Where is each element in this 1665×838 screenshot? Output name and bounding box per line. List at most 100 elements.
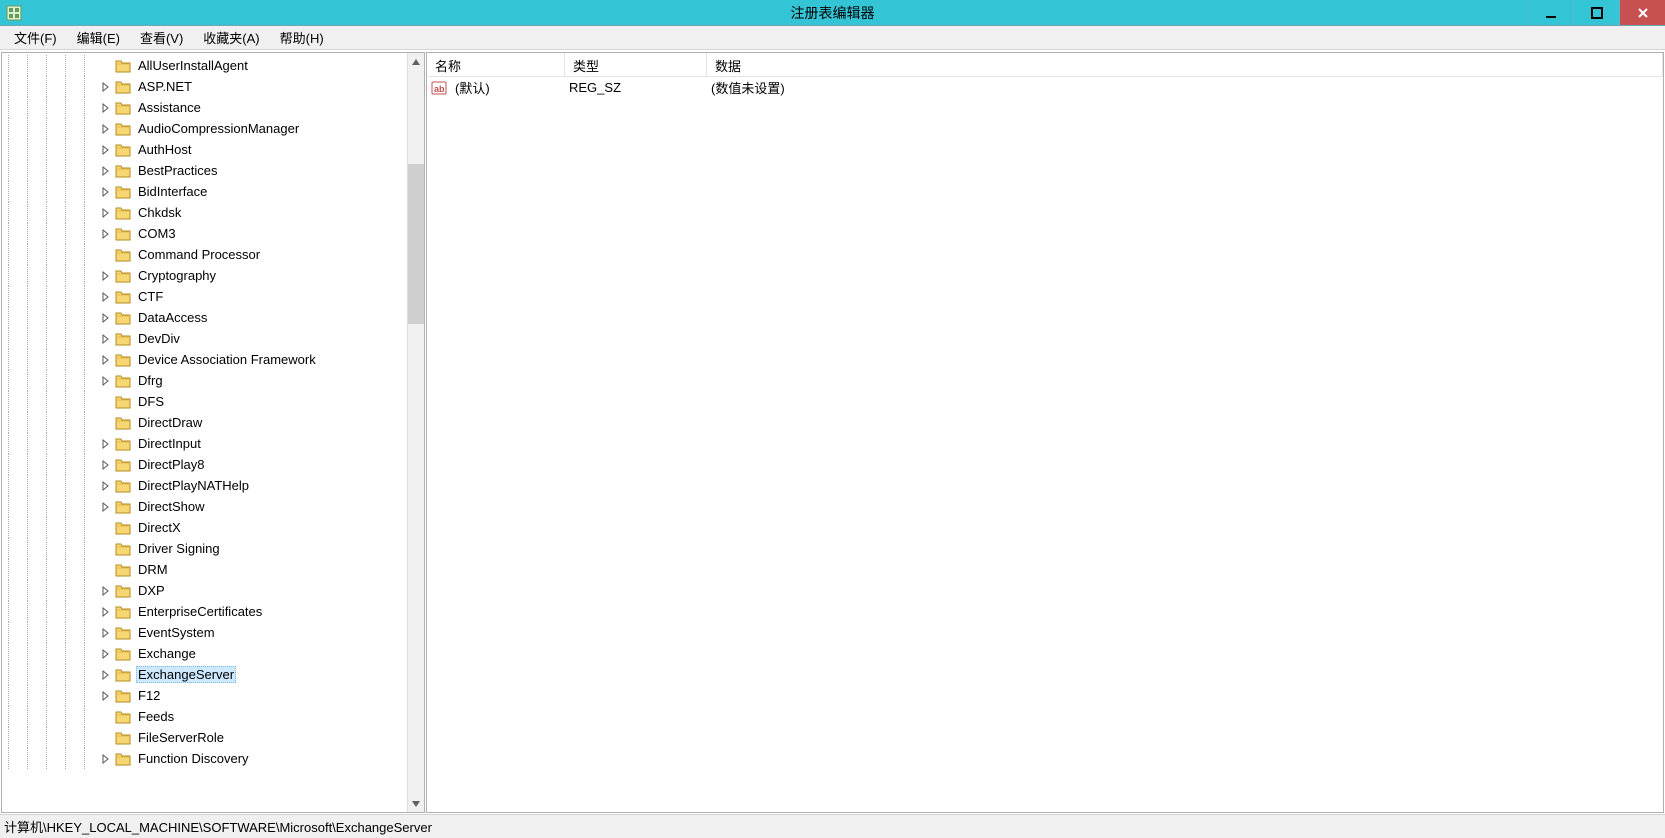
folder-icon: [114, 457, 132, 473]
tree-node[interactable]: Feeds: [2, 706, 407, 727]
tree-node-label: DFS: [136, 394, 166, 409]
menu-favorites[interactable]: 收藏夹(A): [193, 26, 269, 49]
tree-node[interactable]: AllUserInstallAgent: [2, 55, 407, 76]
folder-icon: [114, 373, 132, 389]
tree-node[interactable]: DFS: [2, 391, 407, 412]
tree-node[interactable]: CTF: [2, 286, 407, 307]
menu-bar: 文件(F) 编辑(E) 查看(V) 收藏夹(A) 帮助(H): [0, 26, 1665, 50]
tree-node-label: DirectDraw: [136, 415, 204, 430]
value-type: REG_SZ: [565, 80, 707, 95]
folder-icon: [114, 79, 132, 95]
tree-node[interactable]: DirectInput: [2, 433, 407, 454]
tree-node-label: Device Association Framework: [136, 352, 318, 367]
tree-node[interactable]: BestPractices: [2, 160, 407, 181]
tree-node-label: DirectX: [136, 520, 183, 535]
tree-node[interactable]: DXP: [2, 580, 407, 601]
folder-icon: [114, 121, 132, 137]
tree-node[interactable]: DirectPlayNATHelp: [2, 475, 407, 496]
values-header: 名称 类型 数据: [427, 53, 1663, 77]
menu-edit[interactable]: 编辑(E): [67, 26, 130, 49]
folder-icon: [114, 478, 132, 494]
tree-node[interactable]: Driver Signing: [2, 538, 407, 559]
maximize-button[interactable]: [1573, 0, 1619, 25]
menu-view[interactable]: 查看(V): [130, 26, 193, 49]
values-list[interactable]: ab (默认) REG_SZ (数值未设置): [427, 77, 1663, 812]
scroll-up-button[interactable]: [408, 53, 424, 70]
tree-node[interactable]: DirectPlay8: [2, 454, 407, 475]
tree-node[interactable]: DirectX: [2, 517, 407, 538]
scroll-thumb[interactable]: [408, 164, 424, 324]
folder-icon: [114, 331, 132, 347]
tree-node[interactable]: AudioCompressionManager: [2, 118, 407, 139]
app-icon: [2, 1, 26, 25]
window-title: 注册表编辑器: [0, 3, 1665, 23]
tree-node[interactable]: Chkdsk: [2, 202, 407, 223]
tree-node-label: BidInterface: [136, 184, 209, 199]
tree-node[interactable]: ASP.NET: [2, 76, 407, 97]
tree-node-label: Feeds: [136, 709, 176, 724]
folder-icon: [114, 646, 132, 662]
scroll-track[interactable]: [408, 70, 424, 795]
tree-node[interactable]: Function Discovery: [2, 748, 407, 769]
tree-node[interactable]: Command Processor: [2, 244, 407, 265]
tree-node-label: DataAccess: [136, 310, 209, 325]
tree-node-label: Dfrg: [136, 373, 165, 388]
folder-icon: [114, 247, 132, 263]
minimize-button[interactable]: [1527, 0, 1573, 25]
string-value-icon: ab: [431, 80, 451, 96]
folder-icon: [114, 436, 132, 452]
tree-node[interactable]: DataAccess: [2, 307, 407, 328]
menu-file[interactable]: 文件(F): [4, 26, 67, 49]
tree-node[interactable]: DevDiv: [2, 328, 407, 349]
tree-node[interactable]: FileServerRole: [2, 727, 407, 748]
tree-node[interactable]: COM3: [2, 223, 407, 244]
tree-node-label: AuthHost: [136, 142, 193, 157]
tree-node-label: DirectInput: [136, 436, 203, 451]
tree-node-label: Command Processor: [136, 247, 262, 262]
menu-help[interactable]: 帮助(H): [270, 26, 334, 49]
close-button[interactable]: [1619, 0, 1665, 25]
scroll-down-button[interactable]: [408, 795, 424, 812]
tree-node-label: EnterpriseCertificates: [136, 604, 264, 619]
tree-node[interactable]: DRM: [2, 559, 407, 580]
tree-node[interactable]: F12: [2, 685, 407, 706]
svg-text:ab: ab: [434, 84, 445, 94]
column-header-data[interactable]: 数据: [707, 53, 1663, 76]
tree-node[interactable]: EnterpriseCertificates: [2, 601, 407, 622]
folder-icon: [114, 667, 132, 683]
folder-icon: [114, 184, 132, 200]
folder-icon: [114, 58, 132, 74]
folder-icon: [114, 100, 132, 116]
tree-node[interactable]: DirectDraw: [2, 412, 407, 433]
tree-node-label: ASP.NET: [136, 79, 194, 94]
folder-icon: [114, 688, 132, 704]
tree-node-label: BestPractices: [136, 163, 219, 178]
tree-node-label: FileServerRole: [136, 730, 226, 745]
status-path: 计算机\HKEY_LOCAL_MACHINE\SOFTWARE\Microsof…: [4, 817, 432, 836]
folder-icon: [114, 205, 132, 221]
tree-node[interactable]: Assistance: [2, 97, 407, 118]
folder-icon: [114, 583, 132, 599]
folder-icon: [114, 751, 132, 767]
tree-node-label: Chkdsk: [136, 205, 183, 220]
column-header-type[interactable]: 类型: [565, 53, 707, 76]
tree-node[interactable]: Dfrg: [2, 370, 407, 391]
tree-node-label: Driver Signing: [136, 541, 222, 556]
tree-node-label: DevDiv: [136, 331, 182, 346]
tree-node[interactable]: Cryptography: [2, 265, 407, 286]
folder-icon: [114, 289, 132, 305]
tree-node[interactable]: Exchange: [2, 643, 407, 664]
column-header-name[interactable]: 名称: [427, 53, 565, 76]
tree-node[interactable]: DirectShow: [2, 496, 407, 517]
tree-node-label: Function Discovery: [136, 751, 251, 766]
tree-node[interactable]: ExchangeServer: [2, 664, 407, 685]
tree-node[interactable]: AuthHost: [2, 139, 407, 160]
registry-tree[interactable]: AllUserInstallAgent ASP.NET AssistanceAudi…: [2, 53, 407, 771]
tree-scrollbar[interactable]: [407, 53, 424, 812]
value-row[interactable]: ab (默认) REG_SZ (数值未设置): [427, 77, 1663, 98]
tree-node[interactable]: Device Association Framework: [2, 349, 407, 370]
tree-node-label: DirectPlay8: [136, 457, 206, 472]
folder-icon: [114, 310, 132, 326]
tree-node[interactable]: EventSystem: [2, 622, 407, 643]
tree-node[interactable]: BidInterface: [2, 181, 407, 202]
